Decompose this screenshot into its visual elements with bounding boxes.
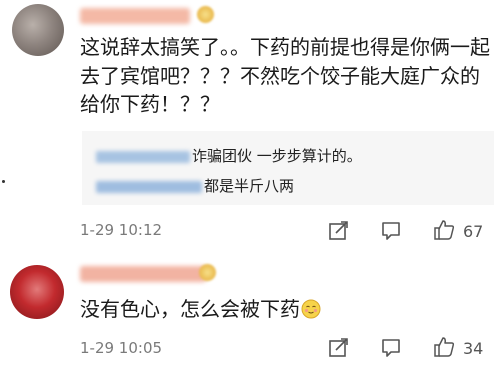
comment-icon [382,339,400,357]
reply-text: 诈骗团伙 一步步算计的。 [192,147,362,165]
reply-box[interactable]: 诈骗团伙 一步步算计的。 都是半斤八两 [82,131,494,205]
comment-icon [382,222,400,240]
thumbs-up-icon [434,337,455,357]
badge-icon [199,264,216,281]
username-blurred[interactable] [80,266,206,282]
reply-item[interactable]: 都是半斤八两 [96,175,294,196]
avatar[interactable] [10,265,64,319]
badge-icon [197,6,214,23]
like-count: 67 [463,222,484,241]
comment-time: 1-29 10:05 [80,339,163,357]
comment-text-body: 没有色心，怎么会被下药 [80,297,300,321]
blush-smile-icon [301,299,321,319]
avatar[interactable] [12,4,64,56]
thumbs-up-icon[interactable] [433,336,455,358]
username-blurred[interactable] [80,8,190,24]
comment-icon[interactable] [380,336,402,358]
reply-text: 都是半斤八两 [204,177,295,195]
share-icon [329,338,348,357]
share-icon[interactable] [328,336,350,358]
reply-username-blurred[interactable] [96,150,190,163]
divider-dot [2,180,5,183]
reply-username-blurred[interactable] [96,180,202,193]
share-icon[interactable] [328,219,350,241]
thumbs-up-icon[interactable] [433,219,455,241]
comment-text: 没有色心，怎么会被下药 [80,295,492,324]
comment-text: 这说辞太搞笑了。。下药的前提也得是你俩一起去了宾馆吧？？？不然吃个饺子能大庭广众… [80,35,490,116]
reply-item[interactable]: 诈骗团伙 一步步算计的。 [96,145,362,166]
blush-smile-emoji [301,298,321,319]
thumbs-up-icon [434,220,455,240]
comment-time: 1-29 10:12 [80,221,163,239]
comment-icon[interactable] [380,219,402,241]
share-icon [329,221,348,240]
like-count: 34 [463,339,484,358]
